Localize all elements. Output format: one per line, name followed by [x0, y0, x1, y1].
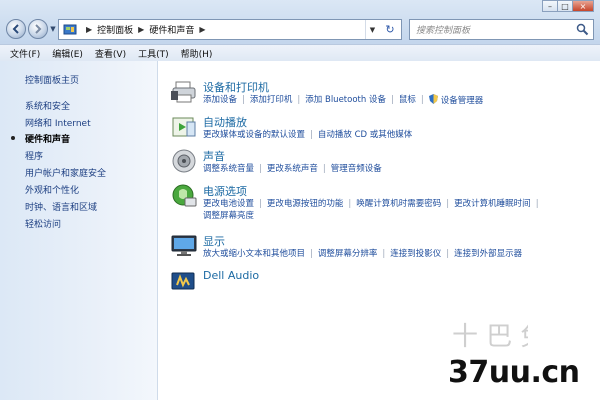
link-adjust-volume[interactable]: 调整系统音量 [203, 163, 254, 175]
watermark-logo-icon: 十 巴 兔 [452, 322, 528, 352]
category-title[interactable]: 显示 [203, 233, 225, 249]
speaker-icon [172, 149, 196, 173]
link-add-printer[interactable]: 添加打印机 [250, 94, 293, 107]
link-screen-brightness[interactable]: 调整屏幕亮度 [203, 210, 254, 222]
link-screen-resolution[interactable]: 调整屏幕分辨率 [318, 248, 378, 260]
sidebar-item-programs[interactable]: 程序 [25, 149, 43, 162]
category-title[interactable]: 自动播放 [203, 114, 247, 130]
link-connect-projector[interactable]: 连接到投影仪 [390, 248, 441, 260]
category-title[interactable]: 声音 [203, 148, 225, 164]
menu-bar: 文件(F) 编辑(E) 查看(V) 工具(T) 帮助(H) [0, 44, 600, 61]
link-wake-password[interactable]: 唤醒计算机时需要密码 [356, 198, 441, 210]
window-controls: – □ × [542, 0, 594, 12]
sidebar-item-appearance[interactable]: 外观和个性化 [25, 183, 79, 196]
printer-icon [171, 81, 196, 103]
menu-edit[interactable]: 编辑(E) [52, 47, 83, 60]
sidebar-item-network[interactable]: 网络和 Internet [25, 116, 91, 129]
refresh-icon[interactable]: ↻ [381, 21, 399, 38]
menu-tools[interactable]: 工具(T) [138, 47, 169, 60]
back-button[interactable] [6, 19, 26, 39]
sidebar-item-hardware-sound[interactable]: 硬件和声音 [25, 132, 70, 145]
search-input[interactable]: 搜索控制面板 [409, 19, 594, 40]
link-power-button[interactable]: 更改电源按钮的功能 [267, 198, 344, 210]
link-add-bluetooth[interactable]: 添加 Bluetooth 设备 [305, 94, 386, 107]
admin-shield-icon [428, 94, 438, 104]
forward-arrow-icon [35, 24, 42, 34]
link-external-display[interactable]: 连接到外部显示器 [454, 248, 522, 260]
link-change-default-media[interactable]: 更改媒体或设备的默认设置 [203, 129, 305, 141]
category-title[interactable]: Dell Audio [203, 269, 259, 282]
search-icon[interactable] [576, 23, 589, 36]
link-sleep-time[interactable]: 更改计算机睡眠时间 [454, 198, 531, 210]
sidebar-item-clock-region[interactable]: 时钟、语言和区域 [25, 200, 97, 213]
link-add-device[interactable]: 添加设备 [203, 94, 237, 107]
minimize-button[interactable]: – [542, 0, 558, 12]
category-title[interactable]: 电源选项 [203, 183, 247, 199]
current-item-bullet-icon [11, 136, 15, 140]
chevron-right-icon: ▶ [199, 25, 206, 34]
category-title[interactable]: 设备和打印机 [203, 79, 269, 95]
audio-icon [171, 272, 195, 290]
svg-text:十 巴 兔: 十 巴 兔 [452, 322, 528, 352]
back-arrow-icon [12, 24, 19, 34]
forward-button[interactable] [28, 19, 48, 39]
sidebar-item-ease-of-access[interactable]: 轻松访问 [25, 217, 61, 230]
sidebar-item-system-security[interactable]: 系统和安全 [25, 99, 70, 112]
address-dropdown-button[interactable]: ▼ [365, 20, 379, 39]
sidebar: 控制面板主页 系统和安全 网络和 Internet 硬件和声音 程序 用户帐户和… [0, 61, 158, 400]
address-bar[interactable]: ▶ 控制面板 ▶ 硬件和声音 ▶ ▼ ↻ [58, 19, 402, 40]
link-zoom-text[interactable]: 放大或缩小文本和其他项目 [203, 248, 305, 260]
autoplay-icon [172, 117, 196, 137]
sidebar-item-user-accounts[interactable]: 用户帐户和家庭安全 [25, 166, 106, 179]
menu-view[interactable]: 查看(V) [95, 47, 126, 60]
link-battery-settings[interactable]: 更改电池设置 [203, 198, 254, 210]
search-placeholder: 搜索控制面板 [416, 26, 471, 36]
link-manage-audio[interactable]: 管理音频设备 [331, 163, 382, 175]
breadcrumb-hardware-sound[interactable]: 硬件和声音 [149, 23, 194, 36]
menu-file[interactable]: 文件(F) [10, 47, 40, 60]
close-button[interactable]: × [572, 0, 594, 12]
control-panel-icon [63, 24, 77, 34]
link-change-sounds[interactable]: 更改系统声音 [267, 163, 318, 175]
maximize-button[interactable]: □ [557, 0, 573, 12]
watermark-text: 37uu.cn [448, 355, 580, 390]
link-autoplay-cd[interactable]: 自动播放 CD 或其他媒体 [318, 129, 412, 141]
breadcrumb-control-panel[interactable]: 控制面板 [97, 23, 133, 36]
link-device-manager[interactable]: 设备管理器 [428, 94, 483, 107]
sidebar-home-link[interactable]: 控制面板主页 [25, 73, 79, 86]
main-content: 设备和打印机 添加设备 | 添加打印机 | 添加 Bluetooth 设备 | 鼠标 |… [159, 61, 600, 400]
link-mouse[interactable]: 鼠标 [399, 94, 416, 107]
menu-help[interactable]: 帮助(H) [181, 47, 213, 60]
recent-pages-dropdown[interactable]: ▼ [49, 24, 57, 34]
power-icon [172, 184, 197, 207]
chevron-right-icon: ▶ [86, 25, 93, 34]
chevron-right-icon: ▶ [138, 25, 145, 34]
display-icon [171, 235, 197, 256]
